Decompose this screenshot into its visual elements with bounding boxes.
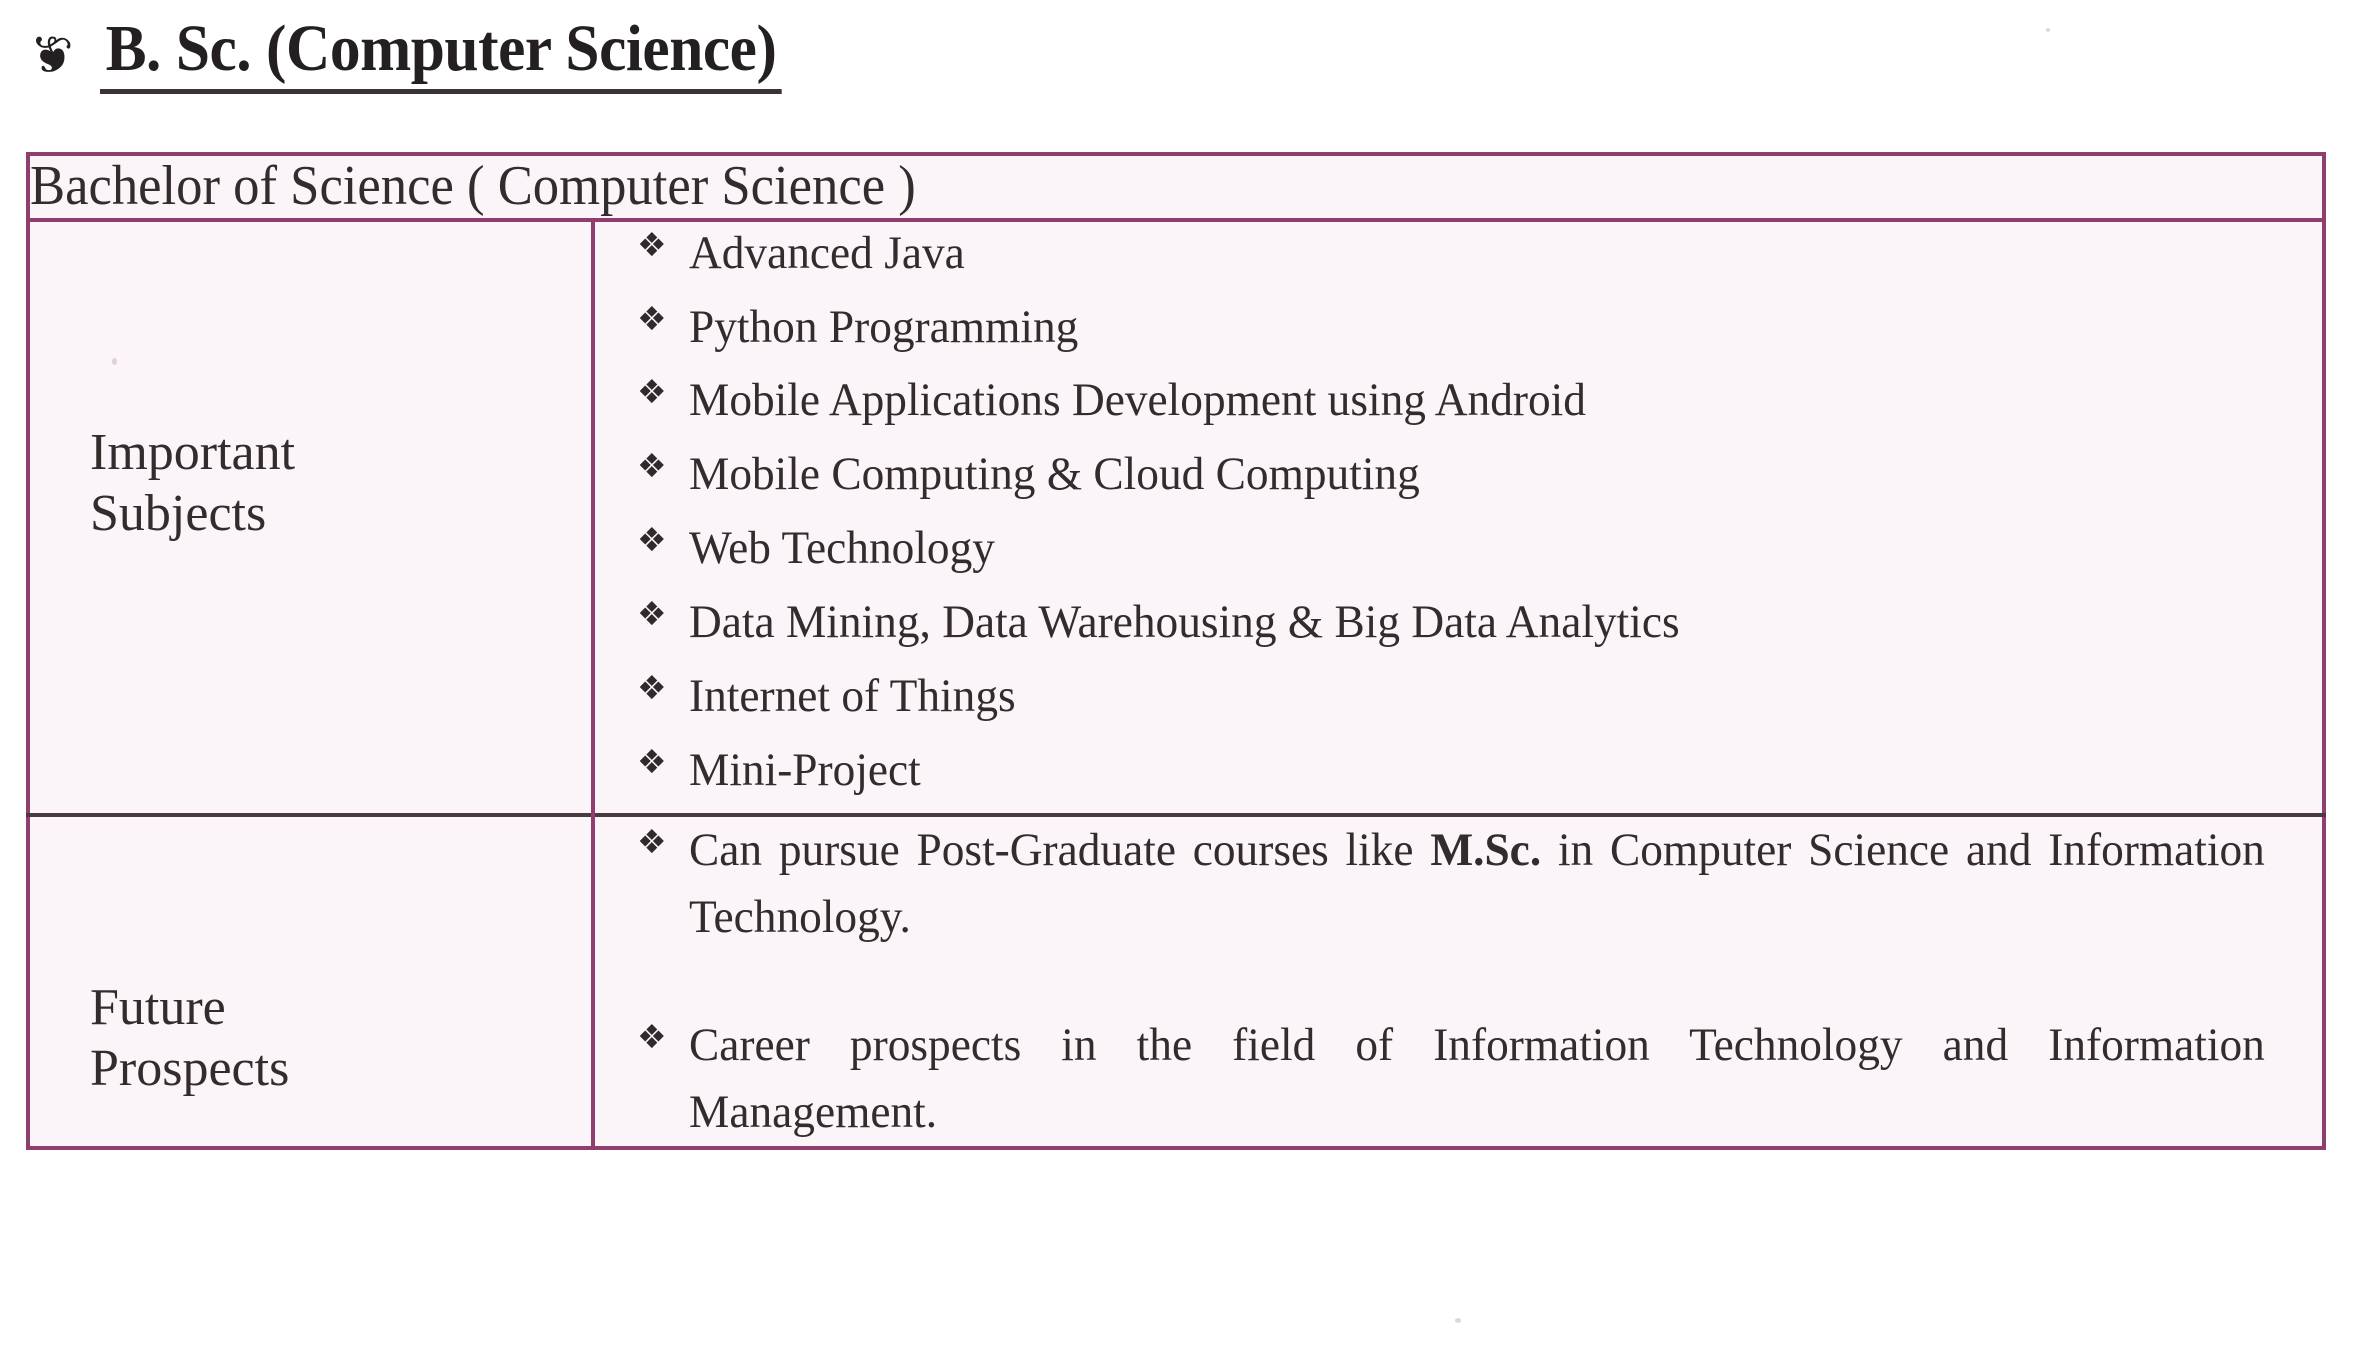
diamond-cluster-bullet-icon: ❖: [637, 520, 667, 560]
row-label-line1: Future: [90, 978, 226, 1036]
row-label-future-prospects: Future Prospects: [28, 812, 595, 1148]
diamond-cluster-bullet-icon: ❖: [637, 668, 667, 708]
row-label-important-subjects: Important Subjects: [28, 219, 595, 815]
row-label-line2: Prospects: [90, 1040, 290, 1098]
table-header-label: Bachelor of Science ( Computer Science ): [30, 155, 916, 217]
scan-speck: [112, 358, 117, 365]
list-item: ❖ Can pursue Post-Graduate courses like M…: [595, 817, 2322, 950]
table-row: Important Subjects ❖ Advanced Java ❖ Python…: [28, 219, 2324, 815]
scan-speck: [1455, 1318, 1461, 1323]
diamond-cluster-bullet-icon: ❖: [637, 224, 667, 264]
table-header-cell: Bachelor of Science ( Computer Science ): [28, 154, 2324, 222]
table-row: Future Prospects ❖ Can pursue Post-Gradua…: [28, 812, 2324, 1148]
list-item-text: Data Mining, Data Warehousing & Big Data…: [689, 596, 1680, 649]
table-header-row: Bachelor of Science ( Computer Science ): [28, 154, 2324, 222]
list-item: ❖ Career prospects in the field of Inform…: [595, 1012, 2322, 1145]
page-title: B. Sc. (Computer Science): [99, 13, 782, 95]
diamond-cluster-bullet-icon: ❖: [637, 594, 667, 634]
list-item-text: Mini-Project: [689, 743, 921, 796]
row-label-line2: Subjects: [90, 484, 267, 542]
list-item: ❖ Advanced Java: [595, 222, 2322, 286]
row-content-future-prospects: ❖ Can pursue Post-Graduate courses like M…: [593, 812, 2324, 1148]
prospects-list: ❖ Can pursue Post-Graduate courses like M…: [595, 817, 2322, 1146]
diamond-cluster-bullet-icon: ❖: [637, 821, 667, 861]
list-item-text: Python Programming: [689, 300, 1079, 353]
diamond-cluster-bullet-icon: ❖: [637, 1017, 667, 1057]
subjects-list: ❖ Advanced Java ❖ Python Programming ❖ Mobile…: [595, 222, 2322, 803]
emphasised-term: M.Sc.: [1430, 823, 1542, 876]
diamond-cluster-bullet-icon: ❖: [637, 372, 667, 412]
course-details-table: Bachelor of Science ( Computer Science )…: [26, 152, 2326, 1150]
list-item: ❖ Internet of Things: [595, 665, 2322, 729]
row-content-important-subjects: ❖ Advanced Java ❖ Python Programming ❖ Mobile…: [593, 219, 2324, 815]
list-item-text: Can pursue Post-Graduate courses like M.…: [689, 823, 2265, 943]
list-item: ❖ Mobile Computing & Cloud Computing: [595, 443, 2322, 507]
list-item-text: Career prospects in the field of Informa…: [689, 1019, 2265, 1139]
page-heading: ❦ B. Sc. (Computer Science): [30, 8, 833, 100]
list-item: ❖ Data Mining, Data Warehousing & Big Dat…: [595, 591, 2322, 655]
list-item-text: Mobile Applications Development using An…: [689, 374, 1586, 427]
list-item: ❖ Web Technology: [595, 517, 2322, 581]
list-item-text: Advanced Java: [689, 226, 965, 279]
floral-heart-ornament-icon: ❦: [30, 26, 74, 86]
diamond-cluster-bullet-icon: ❖: [637, 741, 667, 781]
row-label-line1: Important: [90, 423, 296, 481]
document-page: ❦ B. Sc. (Computer Science) Bachelor of …: [0, 0, 2362, 1359]
diamond-cluster-bullet-icon: ❖: [637, 298, 667, 338]
list-item: ❖ Mini-Project: [595, 739, 2322, 803]
list-item: ❖ Mobile Applications Development using A…: [595, 369, 2322, 433]
list-item: ❖ Python Programming: [595, 296, 2322, 360]
list-item-text: Internet of Things: [689, 670, 1016, 723]
diamond-cluster-bullet-icon: ❖: [637, 446, 667, 486]
list-item-text: Mobile Computing & Cloud Computing: [689, 448, 1420, 501]
scan-speck: [2046, 28, 2050, 32]
list-item-text: Web Technology: [689, 522, 995, 575]
